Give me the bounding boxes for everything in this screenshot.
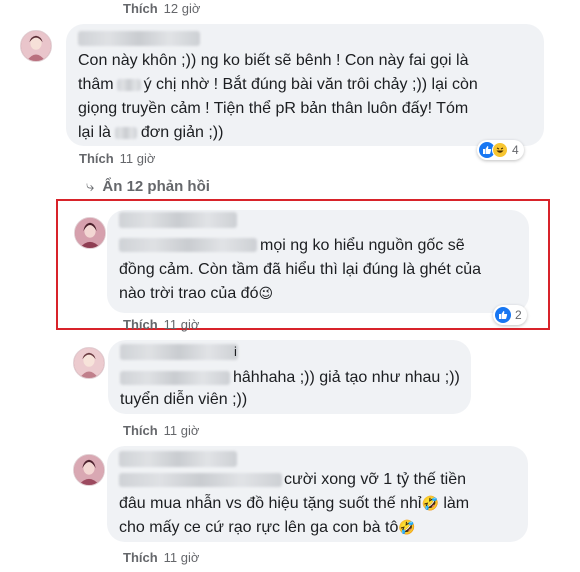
reply-bubble: cười xong vỡ 1 tỷ thế tiền đâu mua nhẫn …: [107, 446, 528, 542]
comment-text-line: hâhhaha ;)) giả tạo như nhau ;)): [233, 369, 460, 386]
comment-text-line: đâu mua nhẫn vs đồ hiệu tặng suốt thế nh…: [119, 495, 470, 512]
blurred-text: [119, 238, 257, 252]
comment-text-line: đồng cảm. Còn tầm đã hiểu thì lại đúng l…: [119, 261, 482, 278]
comment-meta: Thích 11 giờ: [79, 151, 155, 166]
blurred-text: [120, 371, 230, 385]
avatar-image: [75, 218, 105, 248]
avatar-image: [74, 455, 104, 485]
hide-replies-label: Ẩn 12 phản hồi: [102, 178, 210, 195]
avatar[interactable]: [73, 347, 105, 379]
hide-replies-link[interactable]: ⤷ Ẩn 12 phản hồi: [86, 178, 210, 195]
comment-bubble: Con này khôn ;)) ng ko biết sẽ bênh ! Co…: [66, 24, 544, 146]
blurred-text: [114, 126, 137, 139]
comment-text-line: lại là đơn giản ;)): [78, 124, 224, 141]
blurred-text: [116, 78, 141, 91]
timestamp[interactable]: 12 giờ: [164, 1, 201, 16]
top-comment-meta: Thích 12 giờ: [123, 1, 200, 16]
comment-meta: Thích 11 giờ: [123, 317, 199, 332]
name-fragment: i: [234, 344, 237, 359]
blurred-author-name[interactable]: [119, 212, 237, 228]
timestamp[interactable]: 11 giờ: [164, 550, 200, 565]
blurred-text: [119, 473, 282, 487]
timestamp[interactable]: 11 giờ: [164, 423, 200, 438]
comment-text-line: cho mấy ce cứ rạo rực lên ga con bà tô🤣: [119, 519, 416, 536]
avatar[interactable]: [20, 30, 52, 62]
blurred-author-name[interactable]: [119, 451, 237, 467]
avatar[interactable]: [73, 454, 105, 486]
timestamp[interactable]: 11 giờ: [164, 317, 200, 332]
comment-meta: Thích 11 giờ: [123, 423, 199, 438]
like-link[interactable]: Thích: [123, 423, 158, 438]
rofl-emoji: 🤣: [421, 496, 439, 512]
haha-icon: [492, 142, 508, 158]
like-link[interactable]: Thích: [79, 151, 114, 166]
reply-bubble: mọi ng ko hiểu nguồn gốc sẽ đồng cảm. Cò…: [107, 210, 529, 313]
like-link[interactable]: Thích: [123, 550, 158, 565]
avatar-image: [74, 348, 104, 378]
rofl-emoji: 🤣: [398, 520, 416, 536]
avatar-image: [21, 31, 51, 61]
blurred-author-name[interactable]: [78, 31, 200, 46]
like-link[interactable]: Thích: [123, 317, 158, 332]
wink-emoji: 😉: [258, 286, 274, 302]
reaction-count: 4: [512, 143, 519, 157]
reaction-count: 2: [515, 308, 522, 322]
comment-text-line: tuyển diễn viên ;)): [120, 391, 248, 408]
avatar[interactable]: [74, 217, 106, 249]
reply-arrow-icon: ⤷: [86, 178, 95, 195]
reply-bubble: i hâhhaha ;)) giả tạo như nhau ;)) tuyển…: [108, 340, 471, 414]
comment-text-line: mọi ng ko hiểu nguồn gốc sẽ: [260, 237, 465, 254]
reaction-summary[interactable]: 4: [477, 140, 524, 160]
like-link[interactable]: Thích: [123, 1, 158, 16]
comment-text-line: thâm ý chị nhờ ! Bắt đúng bài văn trôi ch…: [78, 76, 478, 93]
comment-text-line: nào trời trao của đó😉: [119, 285, 274, 302]
blurred-author-name[interactable]: [120, 344, 238, 360]
comment-text-line: giọng truyền cảm ! Tiện thể pR bản thân …: [78, 100, 469, 117]
comment-text-line: Con này khôn ;)) ng ko biết sẽ bênh ! Co…: [78, 52, 469, 69]
comment-meta: Thích 11 giờ: [123, 550, 199, 565]
reaction-summary[interactable]: 2: [493, 305, 527, 325]
like-icon: [495, 307, 511, 323]
comment-text-line: cười xong vỡ 1 tỷ thế tiền: [284, 471, 466, 488]
timestamp[interactable]: 11 giờ: [120, 151, 156, 166]
